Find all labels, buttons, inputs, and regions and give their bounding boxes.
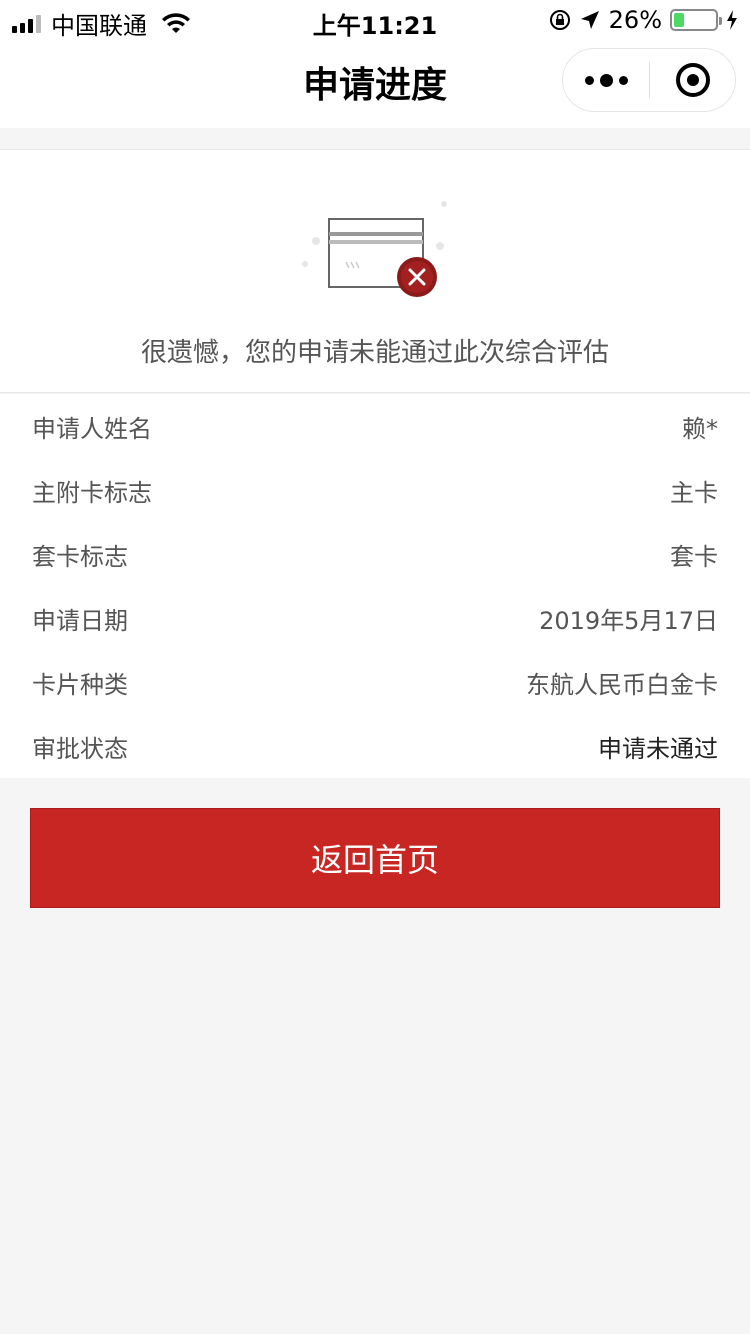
info-value: 主卡 [670, 478, 718, 507]
info-row-card-type-flag: 主附卡标志 主卡 [0, 458, 750, 522]
mini-program-capsule [562, 48, 736, 112]
info-label: 卡片种类 [32, 670, 128, 699]
status-bar: 中国联通 上午11:21 26% [0, 0, 750, 40]
more-dot-icon [618, 75, 628, 85]
info-value: 赖* [682, 414, 718, 443]
card-rejected-icon [302, 201, 447, 297]
info-label: 主附卡标志 [32, 478, 152, 507]
nav-bar: 申请进度 [0, 40, 750, 128]
result-message: 很遗憾，您的申请未能通过此次综合评估 [140, 338, 609, 368]
more-dot-icon [599, 73, 613, 87]
application-details: 申请人姓名 赖* 主附卡标志 主卡 套卡标志 套卡 申请日期 2019年5月17… [0, 394, 750, 778]
info-value: 东航人民币白金卡 [526, 670, 718, 699]
rotation-lock-icon [549, 10, 570, 30]
battery-fill [674, 13, 685, 27]
info-label: 申请日期 [32, 606, 128, 635]
info-row-card-category: 卡片种类 东航人民币白金卡 [0, 650, 750, 714]
info-row-set-card-flag: 套卡标志 套卡 [0, 522, 750, 586]
battery-percent: 26% [608, 6, 662, 34]
result-card: 很遗憾，您的申请未能通过此次综合评估 [0, 149, 750, 393]
status-value: 申请未通过 [598, 734, 718, 763]
info-label: 套卡标志 [32, 542, 128, 571]
info-row-application-date: 申请日期 2019年5月17日 [0, 586, 750, 650]
more-dot-icon [584, 75, 594, 85]
target-icon [675, 63, 710, 97]
info-label: 申请人姓名 [32, 414, 152, 443]
close-mini-program-button[interactable] [650, 63, 735, 97]
info-row-approval-status: 审批状态 申请未通过 [0, 714, 750, 778]
info-value: 套卡 [670, 542, 718, 571]
more-button[interactable] [563, 73, 649, 87]
return-home-button[interactable]: 返回首页 [30, 808, 720, 908]
location-icon [580, 11, 599, 29]
info-label: 审批状态 [32, 734, 128, 763]
info-row-applicant-name: 申请人姓名 赖* [0, 394, 750, 458]
status-right: 26% [549, 6, 738, 34]
charging-icon [727, 10, 737, 30]
battery-icon [670, 9, 722, 31]
info-value: 2019年5月17日 [539, 606, 718, 635]
